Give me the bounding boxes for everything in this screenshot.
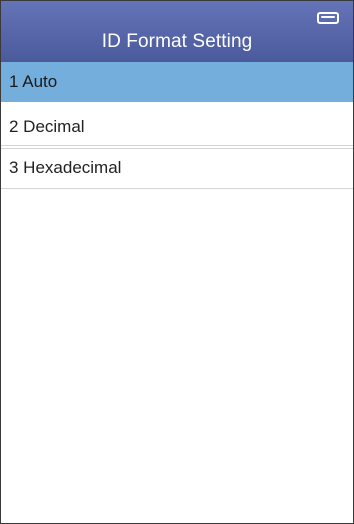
menu-item-label: 1 Auto — [9, 72, 58, 91]
menu-list: 1 Auto 2 Decimal 3 Hexadecimal — [1, 62, 353, 189]
menu-item-auto[interactable]: 1 Auto — [1, 62, 353, 102]
title-bar: ID Format Setting — [1, 1, 353, 62]
menu-item-label: 3 Hexadecimal — [9, 158, 122, 177]
battery-icon — [317, 12, 339, 24]
menu-item-label: 2 Decimal — [9, 117, 85, 136]
menu-item-hexadecimal[interactable]: 3 Hexadecimal — [1, 149, 353, 189]
device-screen: ID Format Setting 1 Auto 2 Decimal 3 Hex… — [0, 0, 354, 524]
menu-item-decimal[interactable]: 2 Decimal — [1, 102, 353, 149]
page-title: ID Format Setting — [101, 31, 253, 52]
